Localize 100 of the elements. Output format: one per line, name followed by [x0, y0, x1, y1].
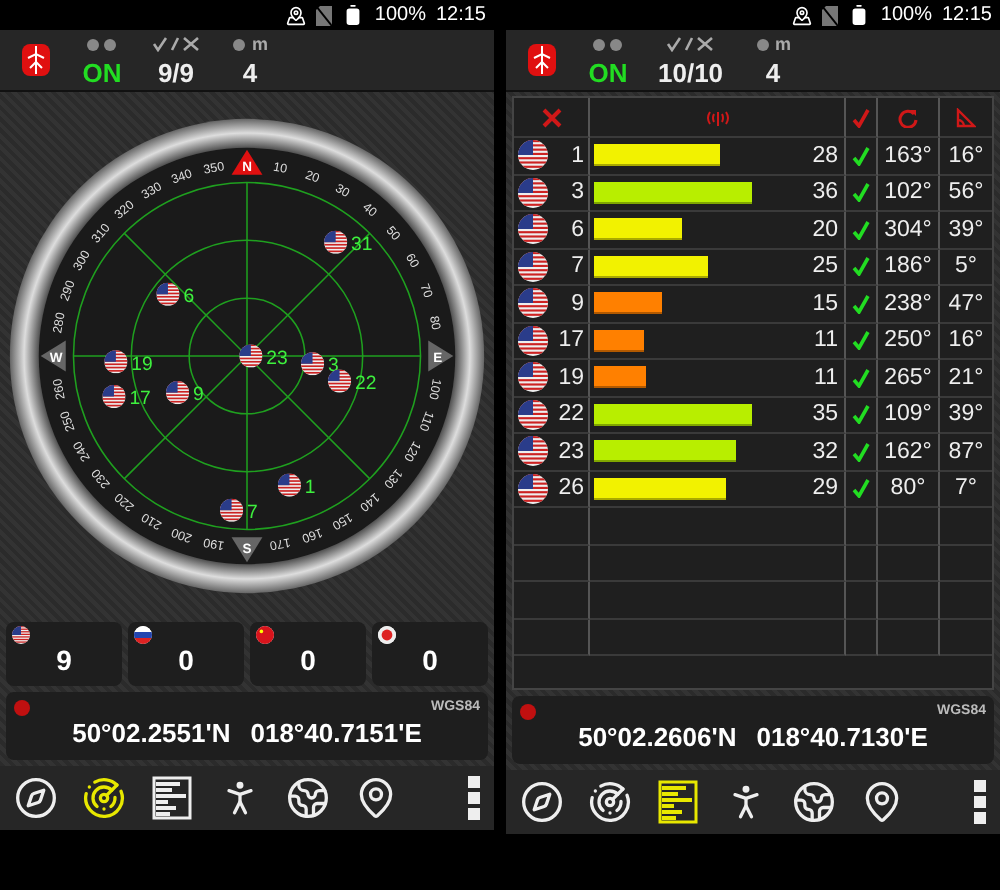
elevation-icon: [956, 107, 976, 127]
cardinal-marker: [40, 340, 66, 372]
prn-number: 23: [558, 439, 584, 464]
prn-number: 1: [571, 143, 584, 168]
satellite-total: 0: [300, 644, 316, 676]
fix-status: ON: [82, 57, 122, 87]
latitude: 50°02.2606'N: [578, 722, 737, 752]
latitude: 50°02.2551'N: [72, 718, 231, 748]
globe-icon: [286, 776, 330, 820]
used-satellites-icon: [152, 36, 200, 52]
gps-status-icon: [592, 37, 624, 51]
fix-status: ON: [588, 57, 628, 87]
table-cell: [878, 582, 940, 619]
check-icon: [852, 107, 870, 127]
signal-value: 11: [814, 328, 838, 353]
record-icon: [520, 703, 536, 719]
signal-icon: [705, 109, 729, 125]
satellite-icon: [541, 107, 561, 127]
signal-value: 36: [812, 180, 838, 205]
table-cell: [878, 545, 940, 582]
azimuth-value: 186°: [884, 254, 932, 279]
battery-percent: 100%: [880, 4, 932, 26]
table-cell: [846, 619, 878, 656]
app-logo-icon: [526, 42, 558, 78]
radar-tab[interactable]: [584, 776, 636, 828]
accuracy-icon: [755, 37, 770, 51]
bar-list-icon: [656, 780, 700, 824]
compass-icon: [14, 776, 58, 820]
table-cell: [846, 582, 878, 619]
location-icon: [286, 5, 307, 25]
signal-value: 29: [812, 476, 838, 501]
elevation-value: 47°: [948, 291, 984, 316]
prn-number: 22: [558, 402, 584, 427]
no-sim-icon: [316, 5, 333, 25]
azimuth-value: 80°: [890, 476, 926, 501]
satellite-label: 9: [193, 384, 204, 407]
clock: 12:15: [435, 4, 486, 26]
accuracy-unit: m: [251, 34, 268, 54]
radar-tab[interactable]: [78, 772, 130, 824]
satellite-total: 9: [56, 644, 72, 676]
used-satellites-icon: [666, 36, 715, 52]
azimuth-value: 109°: [884, 402, 932, 427]
azimuth-value: 250°: [884, 328, 932, 353]
radar-icon: [82, 776, 126, 820]
cardinal-marker: [428, 340, 454, 372]
azimuth-value: 265°: [884, 365, 932, 390]
satellite-label: 22: [354, 372, 377, 395]
signal-value: 15: [812, 291, 838, 316]
record-icon: [14, 699, 30, 715]
compass-tab[interactable]: [516, 776, 568, 828]
menu-icon: [468, 776, 480, 820]
azimuth-value: 304°: [884, 217, 932, 242]
battery-percent: 100%: [374, 4, 426, 26]
satellite-label: 1: [304, 476, 316, 499]
prn-number: 17: [558, 328, 584, 353]
globe-tab[interactable]: [282, 772, 334, 824]
menu-tab[interactable]: [970, 776, 990, 828]
table-cell: [846, 545, 878, 582]
bar-list-icon: [150, 776, 194, 820]
table-cell: [514, 582, 590, 619]
elevation-value: 16°: [948, 143, 984, 168]
longitude: 018°40.7151'E: [250, 718, 422, 748]
elevation-value: 7°: [955, 476, 977, 501]
battery-icon: [848, 4, 871, 26]
accuracy-value: 4: [765, 57, 781, 87]
compass-tab[interactable]: [10, 772, 62, 824]
longitude: 018°40.7130'E: [756, 722, 928, 752]
satellite-label: 3: [328, 355, 339, 378]
satellite-count: 10/10: [658, 57, 724, 87]
azimuth-value: 238°: [884, 291, 932, 316]
accuracy-unit: m: [775, 34, 792, 54]
radar-icon: [588, 780, 632, 824]
globe-tab[interactable]: [788, 776, 840, 828]
prn-number: 9: [571, 291, 584, 316]
globe-icon: [792, 780, 836, 824]
accuracy-value: 4: [242, 57, 258, 87]
elevation-value: 5°: [955, 254, 977, 279]
satellite-label: 23: [266, 347, 288, 370]
location-pin-icon: [860, 780, 904, 824]
no-sim-icon: [822, 5, 839, 25]
satellite-label: 7: [247, 501, 258, 524]
azimuth-value: 162°: [884, 439, 932, 464]
azimuth-value: 163°: [884, 143, 932, 168]
signal-value: 11: [814, 365, 838, 390]
elevation-value: 87°: [948, 439, 984, 464]
elevation-value: 16°: [948, 328, 984, 353]
azimuth-value: 102°: [884, 180, 932, 205]
menu-icon: [974, 780, 986, 824]
prn-number: 19: [558, 365, 584, 390]
cardinal-marker: [231, 149, 263, 175]
table-cell: [514, 545, 590, 582]
prn-number: 6: [571, 217, 584, 242]
location-icon: [792, 5, 813, 25]
table-cell: [878, 619, 940, 656]
elevation-value: 39°: [948, 217, 984, 242]
menu-tab[interactable]: [464, 772, 484, 824]
satellite-label: 19: [131, 353, 153, 376]
app-logo-icon: [20, 42, 52, 78]
table-cell: [514, 619, 590, 656]
prn-number: 3: [571, 180, 584, 205]
